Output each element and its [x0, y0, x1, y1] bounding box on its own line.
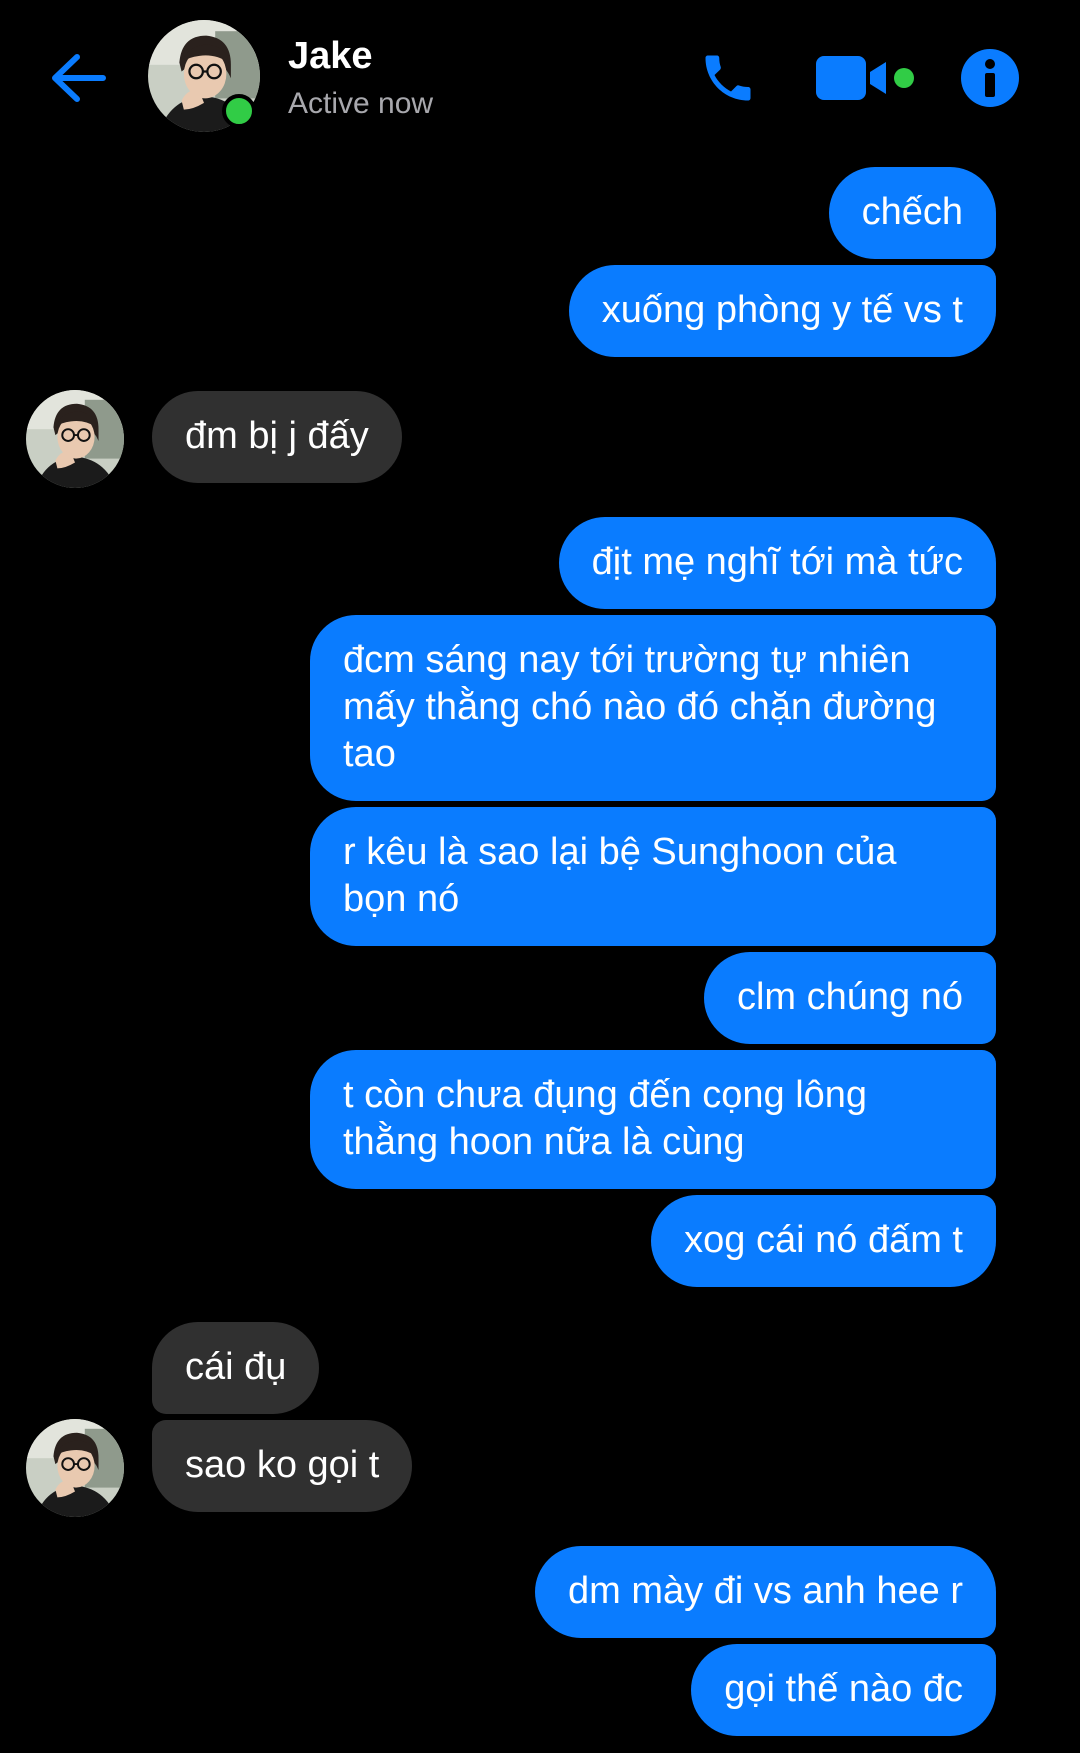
incoming-message[interactable]: sao ko gọi t — [152, 1420, 413, 1512]
outgoing-message[interactable]: địt mẹ nghĩ tới mà tức — [558, 517, 996, 609]
video-camera-icon — [816, 56, 914, 100]
incoming-message[interactable]: cái đụ — [152, 1322, 320, 1414]
arrow-left-icon — [52, 54, 106, 102]
avatar[interactable] — [26, 390, 124, 488]
outgoing-message[interactable]: t còn chưa đụng đến cọng lông thằng hoon… — [310, 1050, 996, 1189]
phone-icon — [705, 55, 751, 101]
contact-name[interactable]: Jake — [288, 34, 373, 78]
avatar[interactable] — [26, 1419, 124, 1517]
info-icon — [961, 49, 1019, 107]
outgoing-message[interactable]: clm chúng nó — [703, 952, 996, 1044]
outgoing-message[interactable]: dm mày đi vs anh hee r — [535, 1546, 996, 1638]
info-button[interactable] — [950, 40, 1030, 116]
outgoing-message[interactable]: xog cái nó đấm t — [651, 1195, 996, 1287]
outgoing-message[interactable]: r kêu là sao lại bệ Sunghoon của bọn nó — [310, 807, 996, 946]
back-button[interactable] — [40, 40, 116, 116]
voice-call-button[interactable] — [690, 40, 766, 116]
chat-header: Jake Active now — [0, 0, 1080, 150]
contact-avatar[interactable] — [148, 20, 260, 132]
incoming-message[interactable]: đm bị j đấy — [152, 391, 402, 483]
outgoing-message[interactable]: xuống phòng y tế vs t — [568, 265, 996, 357]
contact-status: Active now — [288, 87, 434, 120]
online-status-dot — [222, 94, 256, 128]
outgoing-message[interactable]: chếch — [828, 167, 996, 259]
outgoing-message[interactable]: đcm sáng nay tới trường tự nhiên mấy thằ… — [310, 615, 996, 801]
video-call-button[interactable] — [810, 40, 920, 116]
outgoing-message[interactable]: gọi thế nào đc — [691, 1644, 996, 1736]
